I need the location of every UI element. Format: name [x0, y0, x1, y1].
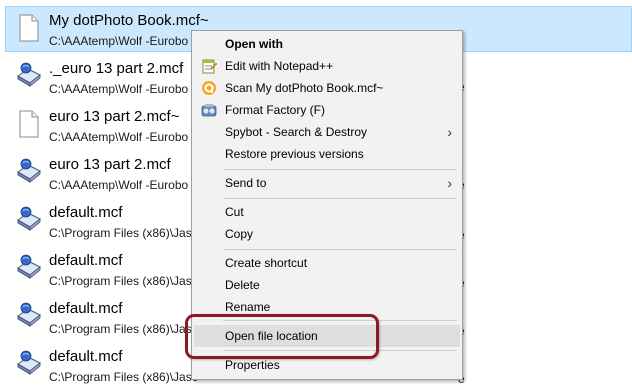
menu-item-scan[interactable]: Scan My dotPhoto Book.mcf~	[194, 77, 460, 99]
menu-item-open-with[interactable]: Open with	[194, 33, 460, 55]
menu-item-label: Edit with Notepad++	[225, 59, 334, 73]
menu-item-label: Restore previous versions	[225, 147, 364, 161]
blank-file-icon	[16, 110, 42, 138]
file-name: default.mcf	[49, 204, 123, 221]
menu-separator	[223, 249, 457, 250]
photobook-file-icon	[16, 206, 42, 234]
file-path: C:\AAAtemp\Wolf -Eurobo	[49, 34, 189, 48]
highlight-annotation	[185, 314, 379, 359]
menu-separator	[223, 198, 457, 199]
chevron-right-icon: ›	[447, 175, 452, 191]
menu-item-label: Open with	[225, 37, 283, 51]
photobook-file-icon	[16, 302, 42, 330]
file-path: C:\AAAtemp\Wolf -Eurobo	[49, 178, 189, 192]
photobook-file-icon	[16, 350, 42, 378]
menu-item-copy[interactable]: Copy	[194, 223, 460, 245]
format-factory-icon	[201, 102, 217, 118]
photobook-file-icon	[16, 254, 42, 282]
menu-item-edit-notepad[interactable]: Edit with Notepad++	[194, 55, 460, 77]
menu-item-format-factory[interactable]: Format Factory (F)	[194, 99, 460, 121]
file-name: default.mcf	[49, 300, 123, 317]
file-name: default.mcf	[49, 348, 123, 365]
blank-file-icon	[16, 14, 42, 42]
file-name: default.mcf	[49, 252, 123, 269]
photobook-file-icon	[16, 62, 42, 90]
menu-item-label: Copy	[225, 227, 254, 241]
menu-item-cut[interactable]: Cut	[194, 201, 460, 223]
file-name: My dotPhoto Book.mcf~	[49, 12, 209, 29]
file-name: euro 13 part 2.mcf	[49, 156, 171, 173]
notepad-plus-plus-icon	[201, 58, 218, 74]
menu-separator	[223, 169, 457, 170]
menu-item-restore-versions[interactable]: Restore previous versions	[194, 143, 460, 165]
antivirus-scan-icon	[201, 80, 217, 96]
menu-item-create-shortcut[interactable]: Create shortcut	[194, 252, 460, 274]
menu-item-label: Spybot - Search & Destroy	[225, 125, 368, 139]
menu-item-label: Scan My dotPhoto Book.mcf~	[225, 81, 384, 95]
menu-item-label: Cut	[225, 205, 244, 219]
file-path: C:\Program Files (x86)\Jasc	[49, 370, 198, 384]
menu-item-label: Delete	[225, 278, 260, 292]
file-path: C:\Program Files (x86)\Jasc	[49, 322, 198, 336]
file-name: euro 13 part 2.mcf~	[49, 108, 180, 125]
menu-item-label: Send to	[225, 176, 267, 190]
menu-item-spybot[interactable]: Spybot - Search & Destroy ›	[194, 121, 460, 143]
menu-item-label: Create shortcut	[225, 256, 308, 270]
file-path: C:\AAAtemp\Wolf -Eurobo	[49, 82, 189, 96]
menu-item-label: Format Factory (F)	[225, 103, 326, 117]
photobook-file-icon	[16, 158, 42, 186]
menu-item-delete[interactable]: Delete	[194, 274, 460, 296]
menu-item-send-to[interactable]: Send to ›	[194, 172, 460, 194]
file-path: C:\Program Files (x86)\Jasc	[49, 274, 198, 288]
chevron-right-icon: ›	[447, 124, 452, 140]
file-path: C:\AAAtemp\Wolf -Eurobo	[49, 130, 189, 144]
file-name: ._euro 13 part 2.mcf	[49, 60, 184, 77]
file-path: C:\Program Files (x86)\Jasc	[49, 226, 198, 240]
